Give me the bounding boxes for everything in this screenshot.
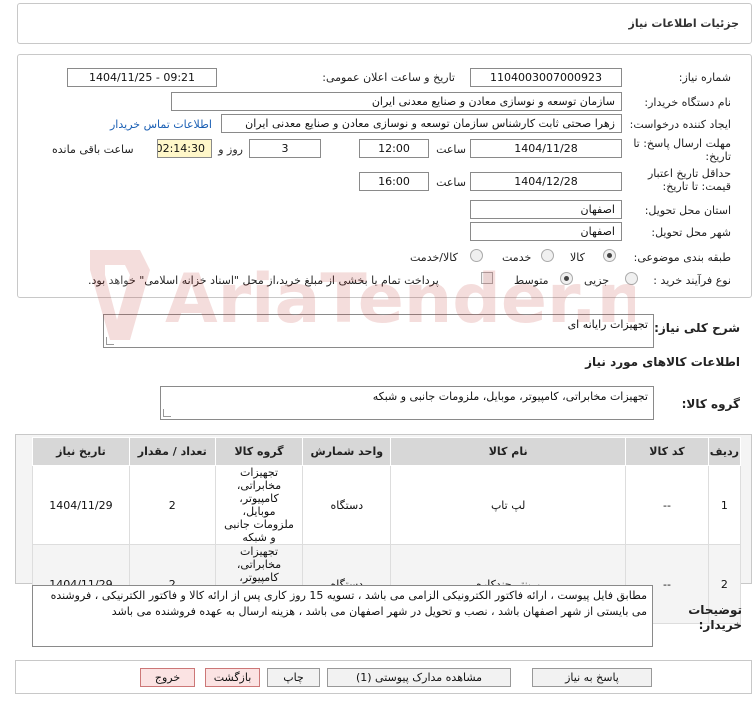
treasury-checkbox[interactable] xyxy=(481,272,493,284)
radio-service-label: خدمت xyxy=(502,251,532,264)
attachments-button[interactable]: مشاهده مدارک پیوستی (1) xyxy=(327,668,511,687)
days-label: روز و xyxy=(218,143,243,156)
price-time-field[interactable]: 16:00 xyxy=(359,172,429,191)
cell-group: تجهیزات مخابراتی، کامپیوتر، موبایل، ملزو… xyxy=(214,465,304,545)
announce-field[interactable]: 1404/11/25 - 09:21 xyxy=(67,68,217,87)
buyer-org-field[interactable]: سازمان توسعه و نوسازی معادن و صنایع معدن… xyxy=(171,92,622,111)
summary-textarea[interactable]: تجهیزات رایانه ای xyxy=(103,314,654,348)
cell-unit: دستگاه xyxy=(302,465,392,545)
radio-minor-label: جزیی xyxy=(584,274,610,287)
col-index: ردیف xyxy=(707,437,742,466)
goods-group-textarea[interactable]: تجهیزات مخابراتی، کامپیوتر، موبایل، ملزو… xyxy=(160,386,654,420)
buyer-org-label: نام دستگاه خریدار: xyxy=(644,96,731,109)
print-button[interactable]: چاپ xyxy=(267,668,320,687)
reply-button[interactable]: پاسخ به نیاز xyxy=(532,668,652,687)
city-field[interactable]: اصفهان xyxy=(470,222,622,241)
price-date-field[interactable]: 1404/12/28 xyxy=(470,172,622,191)
radio-goods-service[interactable] xyxy=(470,249,483,262)
city-label: شهر محل تحویل: xyxy=(651,226,731,239)
process-label: نوع فرآیند خرید : xyxy=(653,274,731,287)
reply-time-label: ساعت xyxy=(436,143,466,156)
goods-group-text: تجهیزات مخابراتی، کامپیوتر، موبایل، ملزو… xyxy=(372,390,648,403)
need-number-label: شماره نیاز: xyxy=(678,71,731,84)
page-title: جزئیات اطلاعات نیاز xyxy=(628,17,740,30)
cell-name: لپ تاپ xyxy=(390,465,627,545)
col-date: تاریخ نیاز xyxy=(32,437,130,466)
summary-text: تجهیزات رایانه ای xyxy=(567,318,648,331)
announce-label: تاریخ و ساعت اعلان عمومی: xyxy=(322,71,455,84)
resize-grip-icon[interactable] xyxy=(106,337,114,345)
col-code: کد کالا xyxy=(625,437,709,466)
price-time-label: ساعت xyxy=(436,176,466,189)
goods-section-title: اطلاعات کالاهای مورد نیاز xyxy=(585,355,740,369)
radio-goods-label: کالا xyxy=(570,251,585,264)
radio-medium[interactable] xyxy=(560,272,573,285)
reply-deadline-label: مهلت ارسال پاسخ: تا تاریخ: xyxy=(633,137,731,163)
radio-service[interactable] xyxy=(541,249,554,262)
cell-date: 1404/11/29 xyxy=(32,465,130,545)
col-qty: تعداد / مقدار xyxy=(128,437,216,466)
remaining-label: ساعت باقی مانده xyxy=(52,143,134,156)
col-name: نام کالا xyxy=(390,437,627,466)
table-row[interactable]: 1 -- لپ تاپ دستگاه تجهیزات مخابراتی، کام… xyxy=(32,465,742,545)
reply-time-field[interactable]: 12:00 xyxy=(359,139,429,158)
summary-label: شرح کلی نیاز: xyxy=(654,321,740,335)
goods-group-label: گروه کالا: xyxy=(681,397,740,411)
price-validity-label: حداقل تاریخ اعتبار قیمت: تا تاریخ: xyxy=(647,167,731,193)
cell-index: 1 xyxy=(707,465,742,545)
cell-qty: 2 xyxy=(128,465,216,545)
col-group: گروه کالا xyxy=(214,437,304,466)
requester-label: ایجاد کننده درخواست: xyxy=(629,118,731,131)
requester-field[interactable]: زهرا صحتی ثابت کارشناس سازمان توسعه و نو… xyxy=(221,114,622,133)
province-label: استان محل تحویل: xyxy=(644,204,731,217)
notes-textarea[interactable]: مطابق فایل پیوست ، ارائه فاکتور الکترونی… xyxy=(32,585,653,647)
header-panel: جزئیات اطلاعات نیاز xyxy=(17,3,752,44)
province-field[interactable]: اصفهان xyxy=(470,200,622,219)
need-number-field[interactable]: 1104003007000923 xyxy=(470,68,622,87)
resize-grip-icon[interactable] xyxy=(163,409,171,417)
radio-minor[interactable] xyxy=(625,272,638,285)
back-button[interactable]: بازگشت xyxy=(205,668,260,687)
notes-text: مطابق فایل پیوست ، ارائه فاکتور الکترونی… xyxy=(50,589,647,618)
category-label: طبقه بندی موضوعی: xyxy=(633,251,731,264)
radio-medium-label: متوسط xyxy=(514,274,549,287)
notes-label: توضیحات خریدار: xyxy=(688,603,742,632)
payment-note: پرداخت تمام یا بخشی از مبلغ خرید،از محل … xyxy=(88,274,439,287)
days-field[interactable]: 3 xyxy=(249,139,321,158)
cell-code: -- xyxy=(625,465,709,545)
radio-goods-service-label: کالا/خدمت xyxy=(410,251,458,264)
exit-button[interactable]: خروج xyxy=(140,668,195,687)
col-unit: واحد شمارش xyxy=(302,437,392,466)
reply-date-field[interactable]: 1404/11/28 xyxy=(470,139,622,158)
radio-goods[interactable] xyxy=(603,249,616,262)
contact-link[interactable]: اطلاعات تماس خریدار xyxy=(110,118,212,131)
remaining-time-field: 02:14:30 xyxy=(157,139,212,158)
